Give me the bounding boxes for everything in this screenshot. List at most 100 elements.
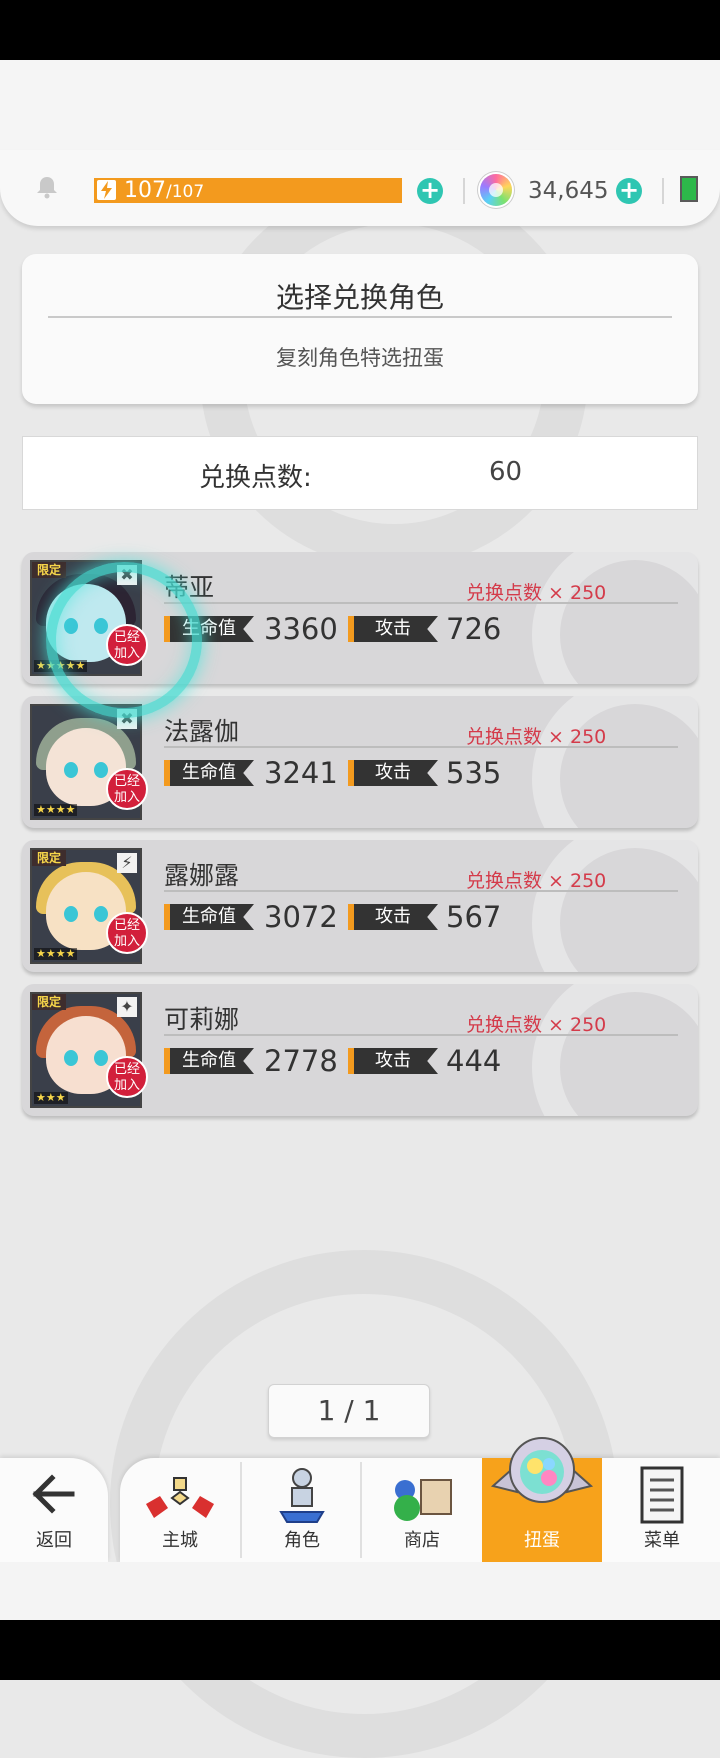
row-emblem <box>532 840 698 972</box>
nav-label-main-city: 主城 <box>162 1530 198 1551</box>
page-indicator: 1 / 1 <box>268 1384 430 1438</box>
divider <box>48 316 672 318</box>
exchange-cost: 兑换点数 × 250 <box>466 582 607 604</box>
divider <box>164 890 678 892</box>
joined-badge: 已经 加入 <box>106 768 148 810</box>
joined-text-1: 已经 <box>113 918 140 933</box>
lightning-icon <box>97 180 116 200</box>
rarity-stars: ★★★★ <box>34 803 78 816</box>
joined-badge: 已经 加入 <box>106 1056 148 1098</box>
portrait-eye <box>94 762 108 778</box>
nav-label-characters: 角色 <box>284 1530 320 1551</box>
add-stamina-button[interactable]: + <box>417 178 443 204</box>
stamina-bar: 107/107 <box>94 178 402 203</box>
page-subtitle: 复刻角色特选扭蛋 <box>276 346 444 370</box>
divider <box>463 178 465 204</box>
attack-value: 535 <box>446 756 502 790</box>
portrait-eye <box>94 1050 108 1066</box>
nav-label-gacha: 扭蛋 <box>524 1530 560 1551</box>
attack-value: 726 <box>446 612 502 646</box>
hp-value: 2778 <box>264 1044 338 1078</box>
selection-glow-effect <box>46 562 202 718</box>
rarity-stars: ★★★ <box>34 1091 68 1104</box>
portrait-eye <box>64 1050 78 1066</box>
joined-badge: 已经 加入 <box>106 912 148 954</box>
attack-value: 444 <box>446 1044 502 1078</box>
row-emblem <box>532 696 698 828</box>
hp-label: 生命值 <box>164 760 254 786</box>
nav-label-menu: 菜单 <box>644 1530 680 1551</box>
element-icon: ✦ <box>117 997 137 1017</box>
character-name: 露娜露 <box>164 861 240 890</box>
bell-icon[interactable] <box>34 174 60 200</box>
hp-value: 3072 <box>264 900 338 934</box>
hp-label: 生命值 <box>164 1048 254 1074</box>
nav-item-gacha[interactable]: 扭蛋 <box>482 1437 602 1562</box>
status-bar-bottom <box>0 1620 720 1680</box>
back-button[interactable]: 返回 <box>0 1458 108 1562</box>
exchange-cost: 兑换点数 × 250 <box>466 1014 607 1036</box>
nav-item-characters[interactable]: 角色 <box>242 1458 362 1562</box>
joined-text-1: 已经 <box>113 1062 140 1077</box>
nav-item-menu[interactable]: 菜单 <box>602 1458 720 1562</box>
gem-orb-icon <box>480 174 512 206</box>
castle-icon <box>146 1477 214 1518</box>
nav-item-main-city[interactable]: 主城 <box>120 1458 240 1562</box>
back-arrow-icon <box>32 1474 75 1514</box>
character-row[interactable]: 限定 ✦ ★★★ 已经 加入 可莉娜 兑换点数 × 250 生命值 2778 攻击 444 <box>22 984 698 1116</box>
shop-bags-icon <box>394 1479 452 1521</box>
hp-label: 生命值 <box>164 904 254 930</box>
element-icon: ⚡ <box>117 853 137 873</box>
attack-label: 攻击 <box>348 760 438 786</box>
row-emblem <box>532 552 698 684</box>
battery-icon <box>680 176 698 202</box>
joined-text-2: 加入 <box>113 934 140 949</box>
limited-badge: 限定 <box>32 850 66 866</box>
menu-list-icon <box>640 1466 684 1524</box>
bottom-strip <box>0 1562 720 1620</box>
divider <box>662 178 664 204</box>
exchange-points-label: 兑换点数: <box>199 463 312 493</box>
joined-text-2: 加入 <box>113 790 140 805</box>
exchange-points-panel: 兑换点数: 60 <box>22 436 698 510</box>
status-bar-top <box>0 0 720 60</box>
character-figure-icon <box>279 1468 325 1523</box>
character-row[interactable]: 限定 ⚡ ★★★★ 已经 加入 露娜露 兑换点数 × 250 生命值 3072 攻击 567 <box>22 840 698 972</box>
page-title: 选择兑换角色 <box>275 281 444 314</box>
portrait-eye <box>94 906 108 922</box>
add-gems-button[interactable]: + <box>616 178 642 204</box>
divider <box>164 746 678 748</box>
hp-value: 3360 <box>264 612 338 646</box>
stamina-text: 107/107 <box>124 178 204 205</box>
attack-label: 攻击 <box>348 1048 438 1074</box>
divider <box>164 1034 678 1036</box>
limited-badge: 限定 <box>32 994 66 1010</box>
nav-item-shop[interactable]: 商店 <box>362 1458 482 1562</box>
bottom-nav: 主城 角色 商店 扭蛋 菜单 <box>120 1437 720 1562</box>
limited-badge: 限定 <box>32 562 66 578</box>
exchange-cost: 兑换点数 × 250 <box>466 870 607 892</box>
exchange-points-value: 60 <box>489 457 523 487</box>
resource-bar: 107/107 + 34,645 + <box>0 150 720 226</box>
joined-text-2: 加入 <box>113 1078 140 1093</box>
stamina-current: 107 <box>124 178 166 203</box>
attack-label: 攻击 <box>348 616 438 642</box>
top-spacer <box>0 60 720 160</box>
row-emblem <box>532 984 698 1116</box>
exchange-cost: 兑换点数 × 250 <box>466 726 607 748</box>
character-name: 可莉娜 <box>164 1005 240 1034</box>
joined-text-1: 已经 <box>113 774 140 789</box>
divider <box>164 602 678 604</box>
portrait-eye <box>64 906 78 922</box>
nav-label-shop: 商店 <box>404 1530 440 1551</box>
character-name: 法露伽 <box>164 717 240 746</box>
back-label: 返回 <box>36 1530 72 1551</box>
stamina-max: /107 <box>166 182 205 202</box>
rarity-stars: ★★★★ <box>34 947 78 960</box>
gacha-orb-icon <box>490 1437 594 1503</box>
header-card: 选择兑换角色 复刻角色特选扭蛋 <box>22 254 698 404</box>
portrait-eye <box>64 762 78 778</box>
attack-value: 567 <box>446 900 502 934</box>
attack-label: 攻击 <box>348 904 438 930</box>
gem-count: 34,645 <box>528 178 609 204</box>
